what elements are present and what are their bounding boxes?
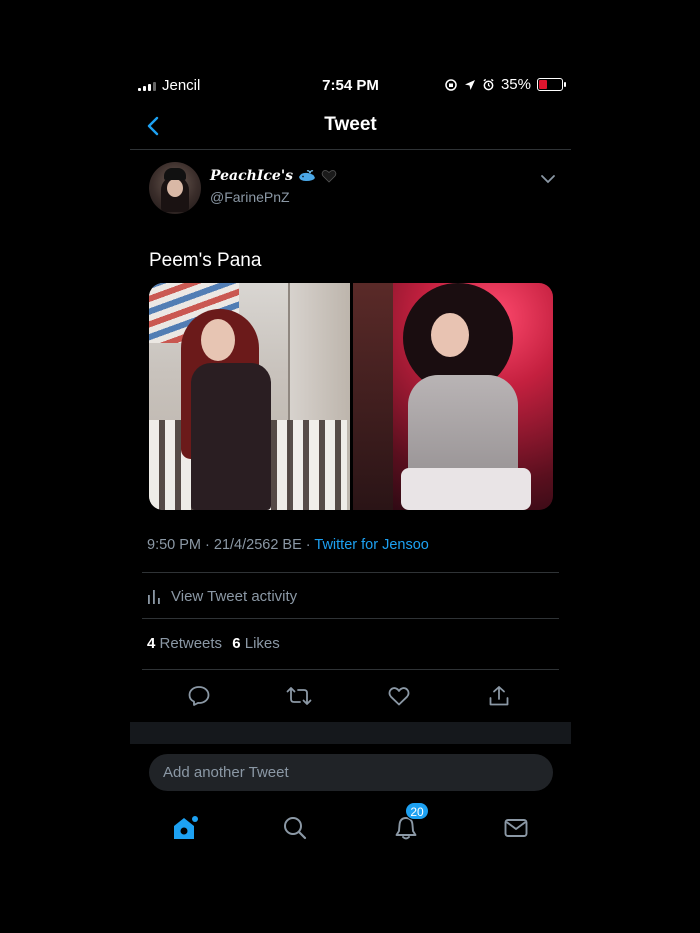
battery-level [539, 80, 548, 89]
tweet-text: Peem's Pana [149, 250, 262, 271]
view-tweet-activity-label: View Tweet activity [171, 587, 298, 605]
notifications-badge: 20 [405, 802, 429, 820]
battery-icon [537, 78, 566, 91]
whale-icon [298, 170, 315, 181]
like-button[interactable] [385, 682, 413, 710]
reply-icon [188, 686, 210, 706]
retweets-stat[interactable]: 4 Retweets [147, 635, 222, 652]
display-name-text: PeachIce's [210, 168, 293, 184]
share-icon [489, 686, 509, 706]
retweets-label: Retweets [159, 635, 223, 652]
reply-button[interactable] [185, 682, 213, 710]
retweets-count: 4 [147, 635, 156, 652]
navigation-bar: Tweet [130, 104, 571, 150]
status-indicators: 35% [444, 76, 566, 93]
battery-percent: 35% [500, 76, 531, 93]
tab-search[interactable] [280, 813, 310, 843]
divider [142, 618, 559, 619]
section-separator [130, 722, 571, 744]
search-icon [284, 817, 307, 840]
tweet-actions [130, 682, 571, 722]
retweet-icon [286, 687, 312, 705]
black-heart-icon [321, 170, 337, 183]
tweet-detail-screen: Jencil 7:54 PM 35% Tweet PeachIce's @Far… [130, 62, 571, 870]
tweet-timestamp: 9:50 PM · 21/4/2562 BE · [147, 537, 315, 553]
page-title: Tweet [324, 114, 377, 135]
tweet-media[interactable] [149, 283, 553, 510]
alarm-icon [483, 78, 494, 91]
status-bar: Jencil 7:54 PM 35% [130, 62, 571, 108]
home-icon [174, 816, 198, 839]
likes-label: Likes [244, 635, 280, 652]
chevron-down-icon[interactable] [539, 173, 557, 185]
tweet-meta: 9:50 PM · 21/4/2562 BE · Twitter for Jen… [147, 537, 429, 553]
tab-home[interactable] [170, 813, 200, 843]
likes-stat[interactable]: 6 Likes [228, 635, 280, 652]
messages-icon [504, 819, 528, 837]
avatar[interactable] [149, 162, 201, 214]
divider [142, 572, 559, 573]
share-button[interactable] [485, 682, 513, 710]
tab-bar: 20 [130, 802, 571, 848]
bar-chart-icon [148, 590, 160, 604]
tweet-source-link[interactable]: Twitter for Jensoo [314, 537, 428, 553]
screen-rotation-lock-icon [445, 78, 457, 91]
view-tweet-activity-button[interactable]: View Tweet activity [147, 584, 297, 608]
add-another-tweet-input[interactable]: Add another Tweet [149, 754, 553, 791]
location-arrow-icon [464, 79, 475, 90]
tweet-photo-1[interactable] [149, 283, 350, 510]
likes-count: 6 [232, 635, 241, 652]
user-handle[interactable]: @FarinePnZ [210, 189, 290, 205]
display-name[interactable]: PeachIce's [210, 168, 337, 184]
divider [142, 669, 559, 670]
tweet-photo-2[interactable] [352, 283, 553, 510]
like-icon [388, 687, 410, 706]
tweet-stats: 4 Retweets 6 Likes [147, 635, 280, 652]
tab-messages[interactable] [501, 813, 531, 843]
retweet-button[interactable] [285, 682, 313, 710]
